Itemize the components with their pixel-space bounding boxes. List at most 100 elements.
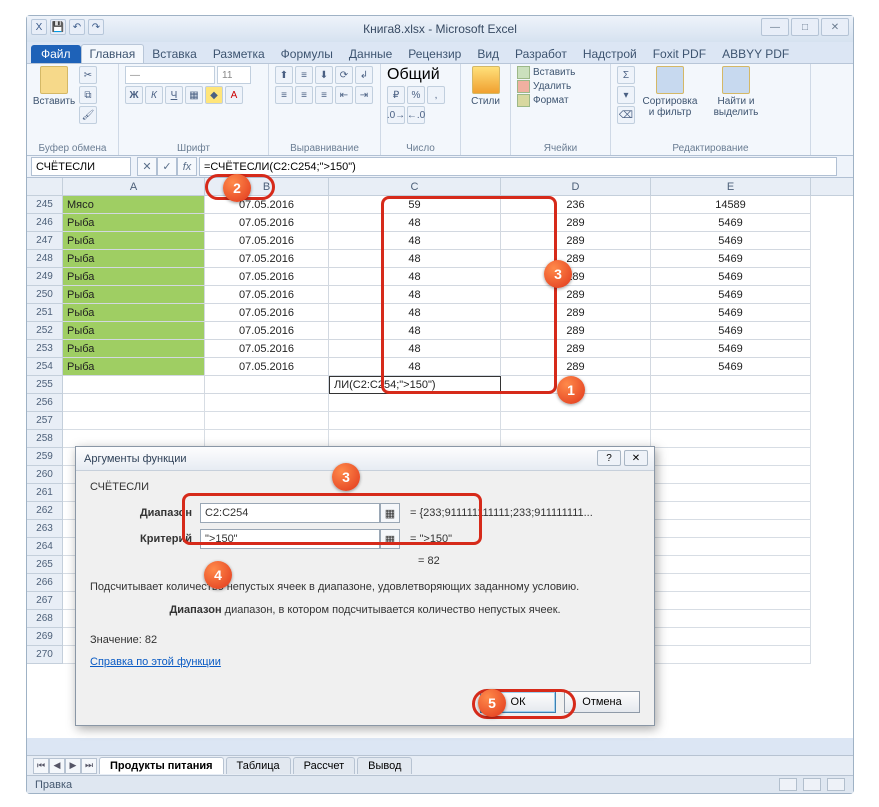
cell[interactable]: 07.05.2016: [205, 322, 329, 340]
input-criteria[interactable]: ">150": [200, 529, 380, 549]
cell[interactable]: 5469: [651, 232, 811, 250]
decrease-decimal-icon[interactable]: ←.0: [407, 106, 425, 124]
align-left-icon[interactable]: ≡: [275, 86, 293, 104]
align-top-icon[interactable]: ⬆: [275, 66, 293, 84]
cell[interactable]: 5469: [651, 286, 811, 304]
align-right-icon[interactable]: ≡: [315, 86, 333, 104]
cell[interactable]: [651, 610, 811, 628]
input-range[interactable]: C2:C254: [200, 503, 380, 523]
row-header[interactable]: 260: [27, 466, 63, 484]
cell[interactable]: [205, 412, 329, 430]
row-header[interactable]: 264: [27, 538, 63, 556]
cell[interactable]: 5469: [651, 214, 811, 232]
dialog-help-link[interactable]: Справка по этой функции: [90, 656, 640, 668]
tab-data[interactable]: Данные: [341, 45, 400, 63]
font-size-select[interactable]: 11: [217, 66, 251, 84]
tab-nav-next-icon[interactable]: ▶: [65, 758, 81, 774]
cell[interactable]: Рыба: [63, 358, 205, 376]
tab-layout[interactable]: Разметка: [205, 45, 273, 63]
cell[interactable]: [651, 448, 811, 466]
row-header[interactable]: 259: [27, 448, 63, 466]
col-header-a[interactable]: A: [63, 178, 205, 195]
currency-icon[interactable]: ₽: [387, 86, 405, 104]
row-header[interactable]: 252: [27, 322, 63, 340]
row-header[interactable]: 263: [27, 520, 63, 538]
font-name-select[interactable]: —: [125, 66, 215, 84]
cell[interactable]: Рыба: [63, 250, 205, 268]
cell[interactable]: Рыба: [63, 322, 205, 340]
cell[interactable]: 289: [501, 304, 651, 322]
cell[interactable]: 5469: [651, 268, 811, 286]
cell[interactable]: 07.05.2016: [205, 286, 329, 304]
orientation-icon[interactable]: ⟳: [335, 66, 353, 84]
cell[interactable]: 5469: [651, 250, 811, 268]
cell[interactable]: [329, 412, 501, 430]
cell[interactable]: 59: [329, 196, 501, 214]
cell[interactable]: Мясо: [63, 196, 205, 214]
autosum-icon[interactable]: Σ: [617, 66, 635, 84]
sheet-tab[interactable]: Таблица: [226, 757, 291, 774]
cell[interactable]: 07.05.2016: [205, 196, 329, 214]
row-header[interactable]: 270: [27, 646, 63, 664]
row-header[interactable]: 269: [27, 628, 63, 646]
cell[interactable]: [651, 412, 811, 430]
row-header[interactable]: 248: [27, 250, 63, 268]
row-header[interactable]: 247: [27, 232, 63, 250]
range-picker-icon[interactable]: ▦: [380, 503, 400, 523]
number-format-select[interactable]: Общий: [387, 66, 453, 84]
redo-icon[interactable]: ↷: [88, 19, 104, 35]
row-header[interactable]: 258: [27, 430, 63, 448]
row-header[interactable]: 253: [27, 340, 63, 358]
align-center-icon[interactable]: ≡: [295, 86, 313, 104]
tab-review[interactable]: Рецензир: [400, 45, 469, 63]
cell[interactable]: 48: [329, 268, 501, 286]
cell[interactable]: [651, 520, 811, 538]
cell[interactable]: [651, 484, 811, 502]
row-header[interactable]: 256: [27, 394, 63, 412]
fill-icon[interactable]: ▾: [617, 86, 635, 104]
cell[interactable]: [651, 502, 811, 520]
cell[interactable]: 48: [329, 250, 501, 268]
cell[interactable]: [651, 466, 811, 484]
row-header[interactable]: 251: [27, 304, 63, 322]
row-header[interactable]: 254: [27, 358, 63, 376]
tab-nav-last-icon[interactable]: ⏭: [81, 758, 97, 774]
row-header[interactable]: 265: [27, 556, 63, 574]
bold-button[interactable]: Ж: [125, 86, 143, 104]
align-bottom-icon[interactable]: ⬇: [315, 66, 333, 84]
name-box[interactable]: СЧЁТЕСЛИ: [31, 157, 131, 176]
cell[interactable]: 5469: [651, 304, 811, 322]
formula-input[interactable]: =СЧЁТЕСЛИ(C2:C254;">150"): [199, 157, 837, 176]
cell[interactable]: Рыба: [63, 286, 205, 304]
clear-icon[interactable]: ⌫: [617, 106, 635, 124]
tab-home[interactable]: Главная: [81, 44, 145, 63]
cell[interactable]: [205, 394, 329, 412]
dialog-close-icon[interactable]: ✕: [624, 450, 648, 466]
cancel-button[interactable]: Отмена: [564, 691, 640, 713]
cell[interactable]: 48: [329, 286, 501, 304]
insert-cells-button[interactable]: Вставить: [517, 66, 575, 79]
cell[interactable]: 14589: [651, 196, 811, 214]
find-select-button[interactable]: Найти и выделить: [705, 66, 767, 118]
cell[interactable]: [651, 628, 811, 646]
cell[interactable]: [651, 574, 811, 592]
insert-function-button[interactable]: fx: [177, 157, 197, 176]
fill-color-button[interactable]: ◆: [205, 86, 223, 104]
cell[interactable]: [651, 430, 811, 448]
tab-foxit[interactable]: Foxit PDF: [645, 45, 714, 63]
row-header[interactable]: 267: [27, 592, 63, 610]
paste-button[interactable]: Вставить: [33, 66, 75, 107]
select-all-corner[interactable]: [27, 178, 63, 195]
tab-nav-prev-icon[interactable]: ◀: [49, 758, 65, 774]
increase-decimal-icon[interactable]: .0→: [387, 106, 405, 124]
cell[interactable]: 5469: [651, 358, 811, 376]
dialog-help-icon[interactable]: ?: [597, 450, 621, 466]
copy-icon[interactable]: ⧉: [79, 86, 97, 104]
cancel-formula-button[interactable]: ✕: [137, 157, 157, 176]
cell[interactable]: [329, 394, 501, 412]
italic-button[interactable]: К: [145, 86, 163, 104]
cell[interactable]: 48: [329, 322, 501, 340]
enter-formula-button[interactable]: ✓: [157, 157, 177, 176]
cut-icon[interactable]: ✂: [79, 66, 97, 84]
view-normal-icon[interactable]: [779, 778, 797, 791]
